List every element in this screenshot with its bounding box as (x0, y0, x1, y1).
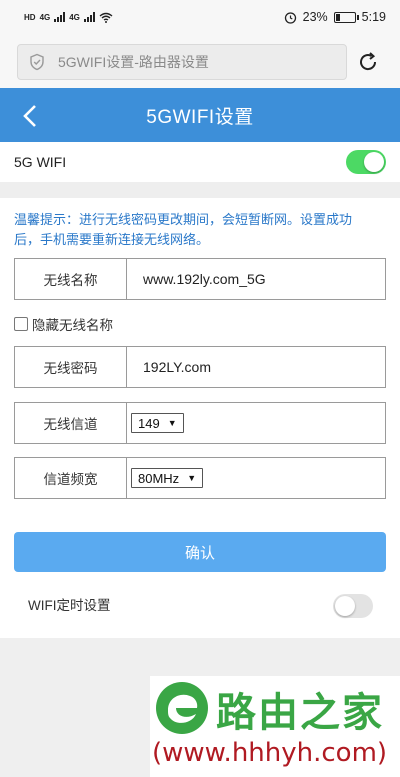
shield-icon (30, 53, 44, 71)
watermark-url: (www.hhhyh.com) (152, 738, 388, 768)
brand-logo-icon (156, 682, 208, 734)
toggle-knob (364, 152, 384, 172)
signal-indicators: HD 4G 4G (24, 12, 113, 23)
signal-icon-2 (83, 12, 95, 22)
bandwidth-select[interactable]: 80MHz ▼ (131, 468, 204, 488)
toggle-knob (335, 596, 355, 616)
network-4g-label-2: 4G (69, 12, 80, 22)
hide-ssid-checkbox[interactable] (14, 317, 28, 331)
hide-ssid-label: 隐藏无线名称 (32, 318, 113, 333)
address-text: 5GWIFI设置-路由器设置 (58, 54, 209, 70)
confirm-button[interactable]: 确认 (14, 532, 386, 572)
signal-icon (54, 12, 66, 22)
warning-tip: 温馨提示：进行无线密码更改期间，会短暂断网。设置成功后，手机需要重新连接无线网络… (14, 212, 353, 247)
hide-ssid-row[interactable]: 隐藏无线名称 (14, 314, 113, 334)
browser-toolbar: 5GWIFI设置-路由器设置 (0, 34, 400, 88)
bandwidth-value: 80MHz (138, 470, 180, 486)
watermark-brand: 路由之家 (216, 690, 384, 736)
network-4g-label: 4G (39, 12, 51, 22)
channel-select-wrap: 149 ▼ (127, 403, 385, 443)
chevron-left-icon (23, 105, 36, 127)
dropdown-arrow-icon: ▼ (167, 418, 177, 428)
wifi-timer-label: WIFI定时设置 (28, 598, 111, 613)
watermark: 路由之家 (www.hhhyh.com) (150, 676, 400, 777)
password-input[interactable]: 192LY.com (127, 347, 385, 387)
section-divider (0, 182, 400, 198)
battery-icon (333, 11, 359, 23)
wifi-timer-toggle[interactable] (333, 594, 373, 618)
back-button[interactable] (16, 102, 44, 130)
page-title: 5GWIFI设置 (146, 106, 254, 128)
clock-time: 5:19 (361, 10, 386, 24)
channel-value: 149 (138, 415, 160, 431)
ssid-label: 无线名称 (15, 259, 127, 299)
wifi-settings-form: 温馨提示：进行无线密码更改期间，会短暂断网。设置成功后，手机需要重新连接无线网络… (0, 198, 400, 638)
app-header: 5GWIFI设置 (0, 88, 400, 142)
status-right: 23% 5:19 (284, 10, 386, 24)
password-field-row: 无线密码 192LY.com (14, 346, 386, 388)
hd-label: HD (24, 12, 36, 22)
dropdown-arrow-icon: ▼ (187, 473, 197, 483)
bandwidth-select-wrap: 80MHz ▼ (127, 458, 385, 498)
wifi-5g-label: 5G WIFI (14, 154, 67, 170)
channel-field-row: 无线信道 149 ▼ (14, 402, 386, 444)
status-bar: HD 4G 4G 23% 5:19 (0, 0, 400, 34)
wifi-icon (99, 12, 113, 23)
channel-select[interactable]: 149 ▼ (131, 413, 184, 433)
ssid-input[interactable]: www.192ly.com_5G (127, 259, 385, 299)
battery-percent: 23% (302, 10, 328, 24)
address-bar[interactable]: 5GWIFI设置-路由器设置 (17, 44, 347, 80)
bandwidth-label: 信道频宽 (15, 458, 127, 498)
battery-fill (335, 13, 340, 21)
password-label: 无线密码 (15, 347, 127, 387)
wifi-5g-row: 5G WIFI (0, 142, 400, 182)
channel-label: 无线信道 (15, 403, 127, 443)
bandwidth-field-row: 信道频宽 80MHz ▼ (14, 457, 386, 499)
reload-icon[interactable] (356, 50, 380, 74)
wifi-5g-toggle[interactable] (346, 150, 386, 174)
alarm-icon (284, 11, 296, 24)
ssid-field-row: 无线名称 www.192ly.com_5G (14, 258, 386, 300)
